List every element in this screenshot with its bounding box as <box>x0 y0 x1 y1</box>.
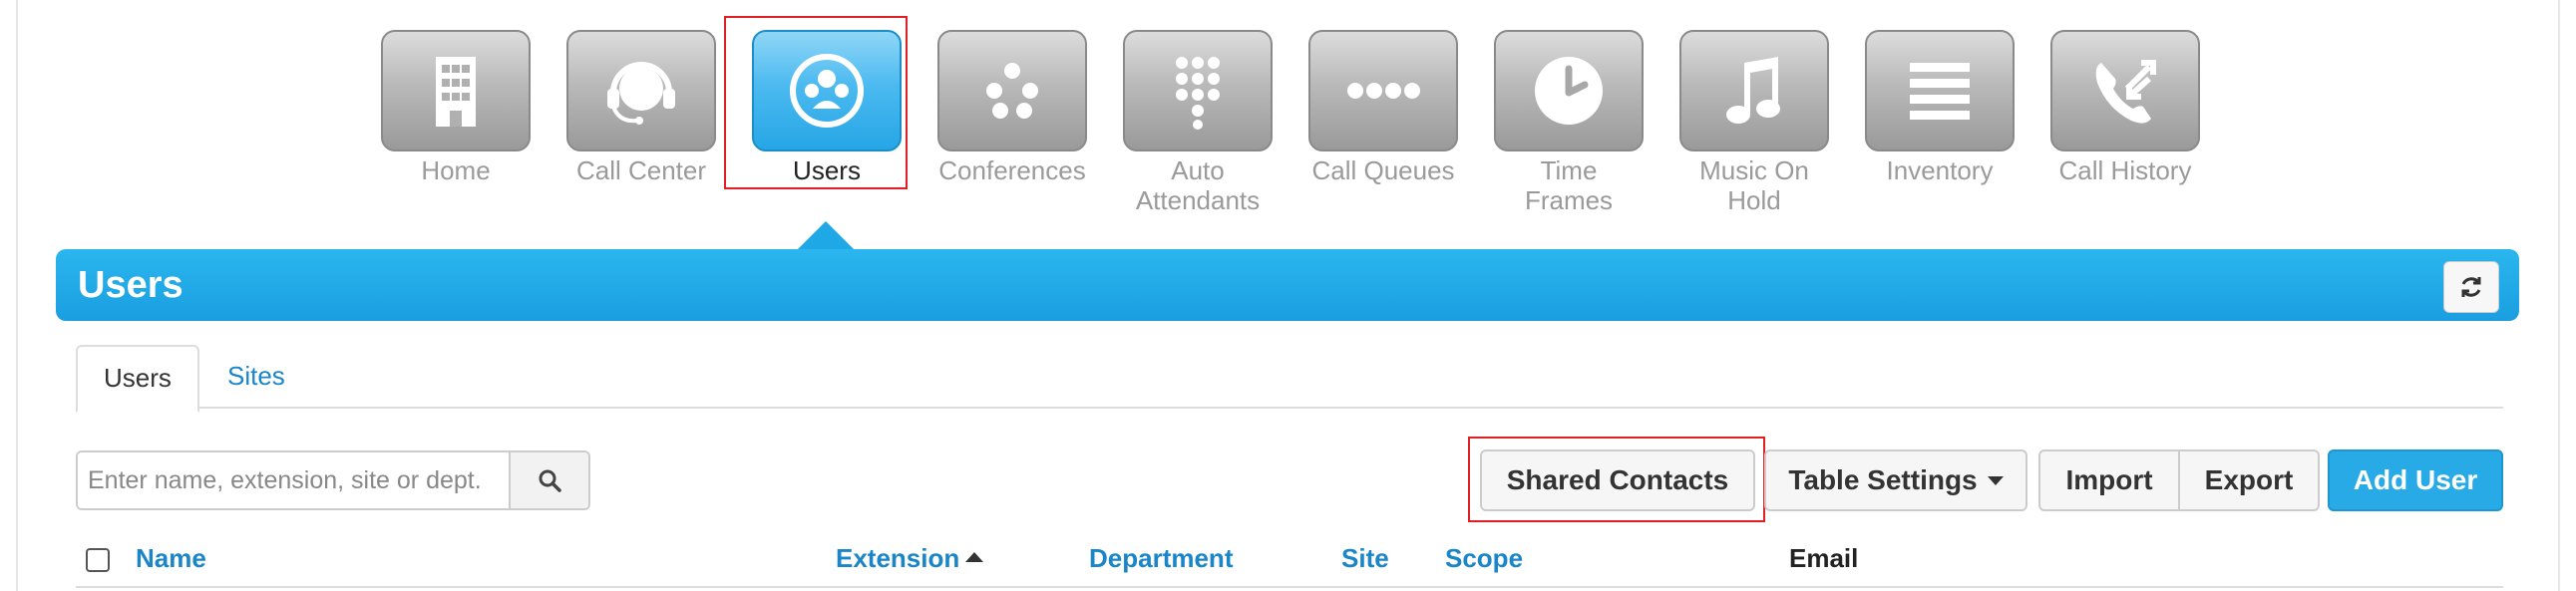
export-button[interactable]: Export <box>2178 449 2320 511</box>
nav-inventory-label: Inventory <box>1886 155 1994 185</box>
tab-users[interactable]: Users <box>76 345 199 413</box>
caret-down-icon <box>1987 475 2004 485</box>
table-settings-label: Table Settings <box>1788 464 1978 495</box>
building-icon <box>381 30 531 151</box>
nav-music-on-hold[interactable]: Music On Hold <box>1677 30 1831 215</box>
export-label: Export <box>2204 464 2294 495</box>
search-button[interactable] <box>509 452 588 508</box>
active-nav-pointer <box>798 221 854 249</box>
select-all-checkbox[interactable] <box>86 548 110 572</box>
import-button[interactable]: Import <box>2038 449 2180 511</box>
queue-dots-icon <box>1308 30 1458 151</box>
nav-auto-attendants-label-line1: Auto <box>1171 155 1225 185</box>
column-header-email: Email <box>1789 543 1859 573</box>
nav-call-history[interactable]: Call History <box>2048 30 2202 185</box>
nav-auto-attendants-label-line2: Attendants <box>1135 185 1261 215</box>
nav-conferences-label: Conferences <box>938 155 1086 185</box>
column-header-scope[interactable]: Scope <box>1445 540 1523 576</box>
column-header-department[interactable]: Department <box>1089 540 1233 576</box>
search-group <box>76 450 590 510</box>
nav-call-queues-label: Call Queues <box>1311 155 1455 185</box>
table-header-divider <box>76 586 2503 588</box>
conference-dots-icon <box>937 30 1087 151</box>
column-header-extension-label: Extension <box>836 543 960 573</box>
list-lines-icon <box>1865 30 2015 151</box>
nav-inventory[interactable]: Inventory <box>1863 30 2017 185</box>
search-icon <box>539 469 561 492</box>
nav-call-center-label: Call Center <box>575 155 707 185</box>
clock-icon <box>1494 30 1644 151</box>
nav-call-history-label: Call History <box>2058 155 2192 185</box>
column-header-name[interactable]: Name <box>136 540 206 576</box>
nav-music-on-hold-label-line2: Hold <box>1727 185 1781 215</box>
page-title: Users <box>78 264 184 306</box>
phone-arrows-icon <box>2050 30 2200 151</box>
music-note-icon <box>1679 30 1829 151</box>
nav-auto-attendants-label: Auto Attendants <box>1121 155 1275 215</box>
keypad-icon <box>1123 30 1273 151</box>
nav-music-on-hold-label: Music On Hold <box>1677 155 1831 215</box>
page-frame-right <box>2558 0 2560 591</box>
nav-conferences[interactable]: Conferences <box>935 30 1089 185</box>
tabs-divider <box>76 407 2503 409</box>
headset-icon <box>566 30 716 151</box>
search-input[interactable] <box>78 452 509 508</box>
tab-sites[interactable]: Sites <box>201 345 311 407</box>
page-frame-left <box>16 0 18 591</box>
nav-time-frames-label-line2: Frames <box>1524 185 1614 215</box>
refresh-button[interactable] <box>2443 261 2499 313</box>
nav-time-frames[interactable]: Time Frames <box>1492 30 1646 215</box>
add-user-label: Add User <box>2353 464 2478 495</box>
nav-music-on-hold-label-line1: Music On <box>1699 155 1809 185</box>
import-label: Import <box>2065 464 2153 495</box>
refresh-icon <box>2461 277 2481 297</box>
nav-home[interactable]: Home <box>379 30 533 185</box>
nav-call-center[interactable]: Call Center <box>564 30 718 185</box>
nav-auto-attendants[interactable]: Auto Attendants <box>1121 30 1275 215</box>
nav-time-frames-label-line1: Time <box>1540 155 1598 185</box>
nav-time-frames-label: Time Frames <box>1492 155 1646 215</box>
sort-ascending-icon <box>965 552 984 563</box>
highlight-box-shared-contacts <box>1468 437 1765 522</box>
column-header-extension[interactable]: Extension <box>836 540 984 576</box>
nav-home-label: Home <box>421 155 491 185</box>
nav-call-queues[interactable]: Call Queues <box>1306 30 1460 185</box>
add-user-button[interactable]: Add User <box>2328 449 2503 511</box>
column-header-site[interactable]: Site <box>1341 540 1389 576</box>
highlight-box-users <box>724 16 908 189</box>
table-settings-button[interactable]: Table Settings <box>1764 449 2027 511</box>
panel-header: Users <box>56 249 2519 321</box>
